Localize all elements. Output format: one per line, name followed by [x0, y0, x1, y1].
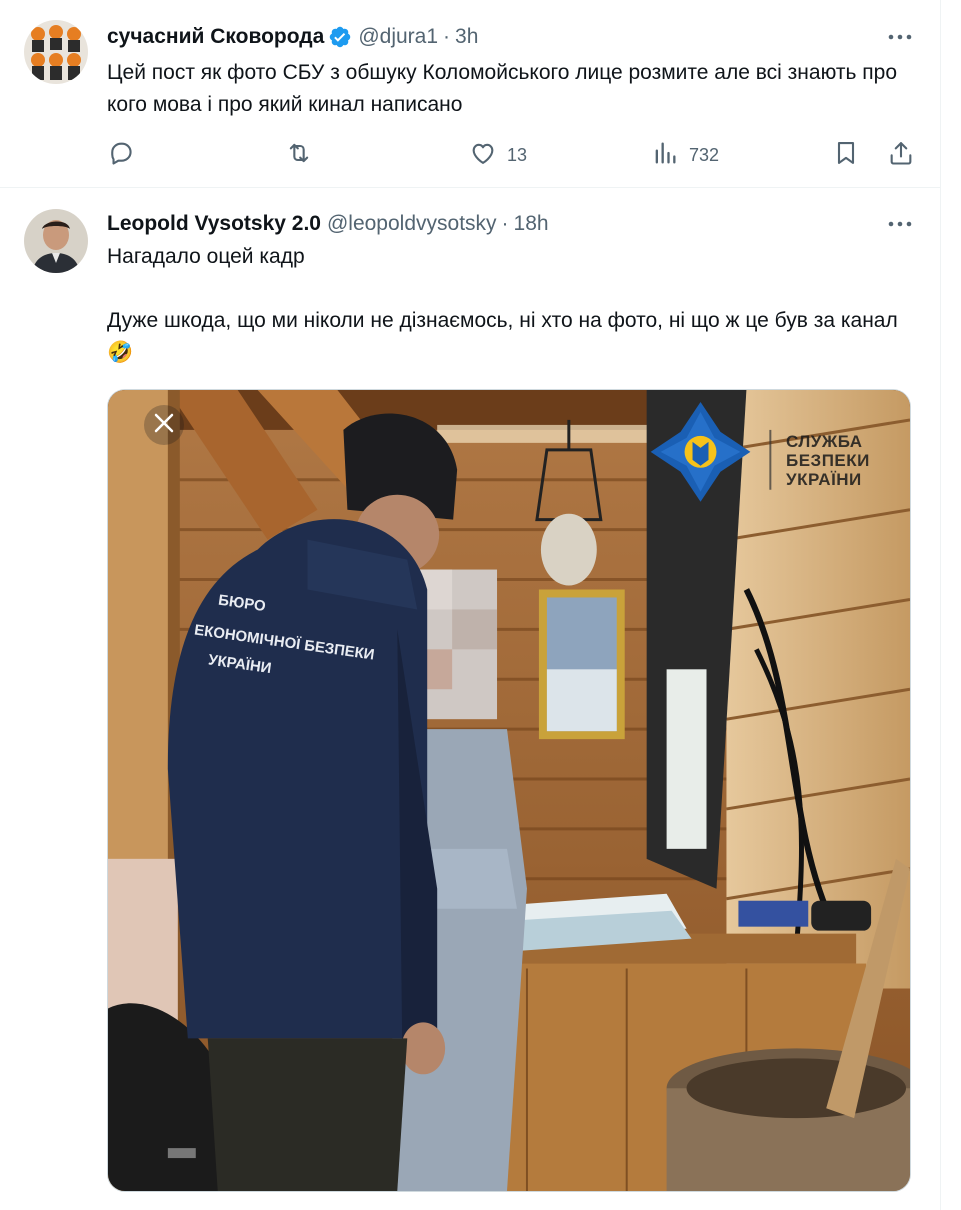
more-options-icon[interactable]	[887, 24, 913, 50]
views-button[interactable]: 732	[651, 139, 719, 171]
heart-icon	[469, 139, 497, 172]
tweet-header: сучасний Сковорода @djura1 · 3h	[107, 22, 478, 52]
display-name[interactable]: Leopold Vysotsky 2.0	[107, 212, 321, 236]
handle[interactable]: @leopoldvysotsky	[327, 212, 497, 236]
watermark-line: БЕЗПЕКИ	[786, 451, 870, 470]
verified-badge-icon[interactable]	[328, 25, 352, 49]
tweet-actions: 13 732	[107, 135, 917, 175]
watermark-line: СЛУЖБА	[786, 432, 863, 451]
views-icon	[651, 139, 679, 172]
separator: ·	[443, 25, 451, 48]
repost-icon	[285, 139, 313, 172]
display-name[interactable]: сучасний Сковорода	[107, 25, 324, 49]
tweet-text: Цей пост як фото СБУ з обшуку Коломойськ…	[107, 61, 897, 116]
tweet[interactable]: сучасний Сковорода @djura1 · 3h Цей пост…	[0, 0, 941, 188]
share-icon	[887, 139, 915, 172]
tweet-header: Leopold Vysotsky 2.0 @leopoldvysotsky · …	[107, 209, 549, 239]
separator: ·	[501, 212, 509, 235]
bookmark-button[interactable]	[832, 139, 860, 171]
reply-icon	[107, 139, 135, 172]
avatar[interactable]	[24, 209, 88, 273]
share-button[interactable]	[887, 139, 915, 171]
bookmark-icon	[832, 139, 860, 172]
timeline: сучасний Сковорода @djura1 · 3h Цей пост…	[0, 0, 941, 1210]
timestamp[interactable]: 3h	[455, 25, 478, 49]
close-button[interactable]	[144, 405, 184, 445]
tweet-text-paragraph: Дуже шкода, що ми ніколи не дізнаємось, …	[107, 309, 898, 364]
reply-button[interactable]	[107, 139, 135, 171]
tweet-text: Нагадало оцей кадр Дуже шкода, що ми нік…	[107, 241, 917, 369]
tweet-text-paragraph: Нагадало оцей кадр	[107, 245, 305, 268]
handle[interactable]: @djura1	[358, 25, 438, 49]
tweet-media[interactable]: БЮРО ЕКОНОМІЧНОЇ БЕЗПЕКИ УКРАЇНИ СЛУЖБА …	[107, 389, 911, 1192]
watermark-line: УКРАЇНИ	[786, 470, 862, 489]
more-options-icon[interactable]	[887, 211, 913, 237]
views-count: 732	[689, 144, 720, 165]
timestamp[interactable]: 18h	[514, 212, 549, 236]
tweet[interactable]: Leopold Vysotsky 2.0 @leopoldvysotsky · …	[0, 189, 941, 1210]
repost-button[interactable]	[285, 139, 313, 171]
avatar[interactable]	[24, 20, 88, 84]
search-photo: БЮРО ЕКОНОМІЧНОЇ БЕЗПЕКИ УКРАЇНИ	[108, 390, 910, 1191]
close-icon	[152, 411, 176, 440]
sbu-watermark: СЛУЖБА БЕЗПЕКИ УКРАЇНИ	[786, 432, 870, 489]
like-button[interactable]: 13	[469, 139, 527, 171]
like-count: 13	[507, 144, 528, 165]
